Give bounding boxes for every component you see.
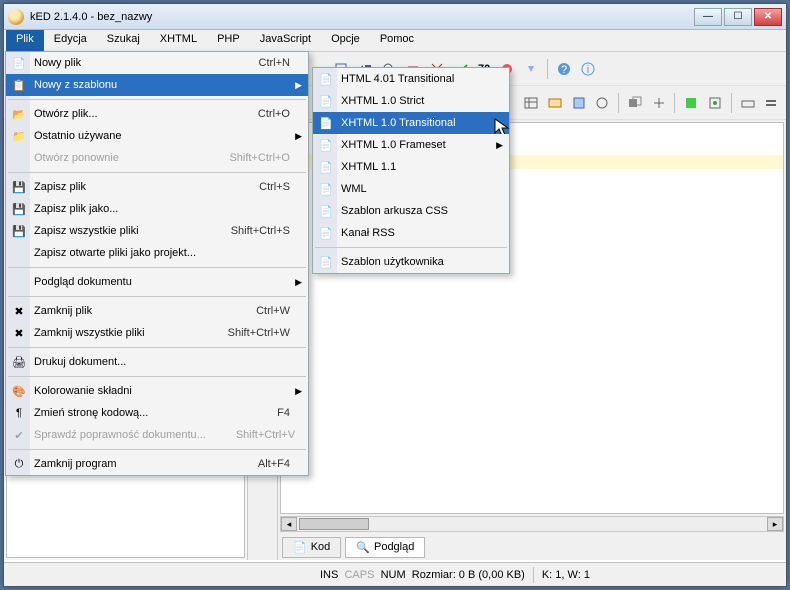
menu-php[interactable]: PHP xyxy=(207,30,250,51)
status-ins: INS xyxy=(320,569,338,581)
folder-icon: 📁 xyxy=(10,130,28,143)
doc-icon: 📄 xyxy=(317,183,335,196)
window-title: kED 2.1.4.0 - bez_nazwy xyxy=(30,11,694,23)
toolbar-button[interactable] xyxy=(568,92,590,114)
template-submenu: 📄HTML 4.01 Transitional 📄XHTML 1.0 Stric… xyxy=(312,67,510,274)
svg-text:i: i xyxy=(587,64,589,76)
menu-save-as[interactable]: 💾Zapisz plik jako... xyxy=(6,198,308,220)
exit-icon: ⏻ xyxy=(10,458,28,471)
menu-xhtml[interactable]: XHTML xyxy=(150,30,207,51)
file-icon: 📄 xyxy=(10,57,28,70)
toolbar-button[interactable] xyxy=(624,92,646,114)
toolbar-button[interactable] xyxy=(704,92,726,114)
menubar: Plik Edycja Szukaj XHTML PHP JavaScript … xyxy=(4,30,786,52)
code-icon: 📄 xyxy=(293,541,307,554)
submenu-user-template[interactable]: 📄Szablon użytkownika xyxy=(313,251,509,273)
status-num: NUM xyxy=(381,569,406,581)
menu-open[interactable]: 📂Otwórz plik...Ctrl+O xyxy=(6,103,308,125)
menu-plik[interactable]: Plik xyxy=(6,30,44,51)
tab-kod[interactable]: 📄Kod xyxy=(282,537,341,558)
scroll-right[interactable]: ▸ xyxy=(767,517,783,531)
menu-syntax[interactable]: 🎨Kolorowanie składni▶ xyxy=(6,380,308,402)
user-template-icon: 📄 xyxy=(317,256,335,269)
minimize-button[interactable]: — xyxy=(694,8,722,26)
titlebar[interactable]: kED 2.1.4.0 - bez_nazwy — ☐ ✕ xyxy=(4,4,786,30)
menu-exit[interactable]: ⏻Zamknij programAlt+F4 xyxy=(6,453,308,475)
preview-icon: 🔍 xyxy=(356,541,370,554)
doc-icon: 📄 xyxy=(317,73,335,86)
horizontal-scrollbar[interactable]: ◂ ▸ xyxy=(280,516,784,532)
print-icon: 🖨 xyxy=(10,356,28,369)
toolbar-button[interactable] xyxy=(592,92,614,114)
submenu-wml[interactable]: 📄WML xyxy=(313,178,509,200)
save-all-icon: 💾 xyxy=(10,225,28,238)
app-icon xyxy=(8,9,24,25)
maximize-button[interactable]: ☐ xyxy=(724,8,752,26)
status-caps: CAPS xyxy=(344,569,374,581)
menu-opcje[interactable]: Opcje xyxy=(321,30,370,51)
file-menu: 📄Nowy plikCtrl+N 📋Nowy z szablonu▶ 📂Otwó… xyxy=(5,51,309,476)
menu-javascript[interactable]: JavaScript xyxy=(250,30,321,51)
palette-icon: 🎨 xyxy=(10,385,28,398)
menu-validate: ✔Sprawdź poprawność dokumentu...Shift+Ct… xyxy=(6,424,308,446)
toolbar-button[interactable] xyxy=(544,92,566,114)
submenu-xhtml1-transitional[interactable]: 📄XHTML 1.0 Transitional xyxy=(313,112,509,134)
toolbar-button[interactable] xyxy=(648,92,670,114)
toolbar-button[interactable] xyxy=(520,58,542,80)
close-all-icon: ✖ xyxy=(10,327,28,340)
menu-reopen: Otwórz ponownieShift+Ctrl+O xyxy=(6,147,308,169)
close-file-icon: ✖ xyxy=(10,305,28,318)
tab-podglad[interactable]: 🔍Podgląd xyxy=(345,537,425,558)
submenu-html401[interactable]: 📄HTML 4.01 Transitional xyxy=(313,68,509,90)
menu-save-all[interactable]: 💾Zapisz wszystkie plikiShift+Ctrl+S xyxy=(6,220,308,242)
menu-pomoc[interactable]: Pomoc xyxy=(370,30,424,51)
help-icon[interactable]: ? xyxy=(553,58,575,80)
doc-icon: 📄 xyxy=(317,117,335,130)
menu-print[interactable]: 🖨Drukuj dokument... xyxy=(6,351,308,373)
scroll-thumb[interactable] xyxy=(299,518,369,530)
validate-icon: ✔ xyxy=(10,429,28,442)
info-icon[interactable]: i xyxy=(577,58,599,80)
menu-save-project[interactable]: Zapisz otwarte pliki jako projekt... xyxy=(6,242,308,264)
menu-save[interactable]: 💾Zapisz plikCtrl+S xyxy=(6,176,308,198)
toolbar-button[interactable] xyxy=(521,92,543,114)
encoding-icon: ¶ xyxy=(10,407,28,419)
toolbar-button[interactable] xyxy=(680,92,702,114)
menu-szukaj[interactable]: Szukaj xyxy=(97,30,150,51)
template-icon: 📋 xyxy=(10,79,28,92)
status-pos: K: 1, W: 1 xyxy=(542,569,590,581)
submenu-xhtml11[interactable]: 📄XHTML 1.1 xyxy=(313,156,509,178)
scroll-left[interactable]: ◂ xyxy=(281,517,297,531)
submenu-xhtml1-frameset[interactable]: 📄XHTML 1.0 Frameset▶ xyxy=(313,134,509,156)
status-size: Rozmiar: 0 B (0,00 KB) xyxy=(412,569,525,581)
submenu-css[interactable]: 📄Szablon arkusza CSS xyxy=(313,200,509,222)
menu-preview[interactable]: Podgląd dokumentu▶ xyxy=(6,271,308,293)
menu-recent[interactable]: 📁Ostatnio używane▶ xyxy=(6,125,308,147)
statusbar: INS CAPS NUM Rozmiar: 0 B (0,00 KB) K: 1… xyxy=(4,562,786,586)
save-as-icon: 💾 xyxy=(10,203,28,216)
menu-new-file[interactable]: 📄Nowy plikCtrl+N xyxy=(6,52,308,74)
save-icon: 💾 xyxy=(10,181,28,194)
submenu-xhtml1-strict[interactable]: 📄XHTML 1.0 Strict xyxy=(313,90,509,112)
folder-open-icon: 📂 xyxy=(10,108,28,121)
close-button[interactable]: ✕ xyxy=(754,8,782,26)
submenu-rss[interactable]: 📄Kanał RSS xyxy=(313,222,509,244)
doc-icon: 📄 xyxy=(317,161,335,174)
svg-text:?: ? xyxy=(561,64,567,76)
menu-codepage[interactable]: ¶Zmień stronę kodową...F4 xyxy=(6,402,308,424)
menu-close-all[interactable]: ✖Zamknij wszystkie plikiShift+Ctrl+W xyxy=(6,322,308,344)
rss-icon: 📄 xyxy=(317,227,335,240)
doc-icon: 📄 xyxy=(317,95,335,108)
css-icon: 📄 xyxy=(317,205,335,218)
toolbar-button[interactable] xyxy=(737,92,759,114)
menu-close-file[interactable]: ✖Zamknij plikCtrl+W xyxy=(6,300,308,322)
toolbar-button[interactable] xyxy=(760,92,782,114)
menu-edycja[interactable]: Edycja xyxy=(44,30,97,51)
menu-new-from-template[interactable]: 📋Nowy z szablonu▶ xyxy=(6,74,308,96)
doc-icon: 📄 xyxy=(317,139,335,152)
